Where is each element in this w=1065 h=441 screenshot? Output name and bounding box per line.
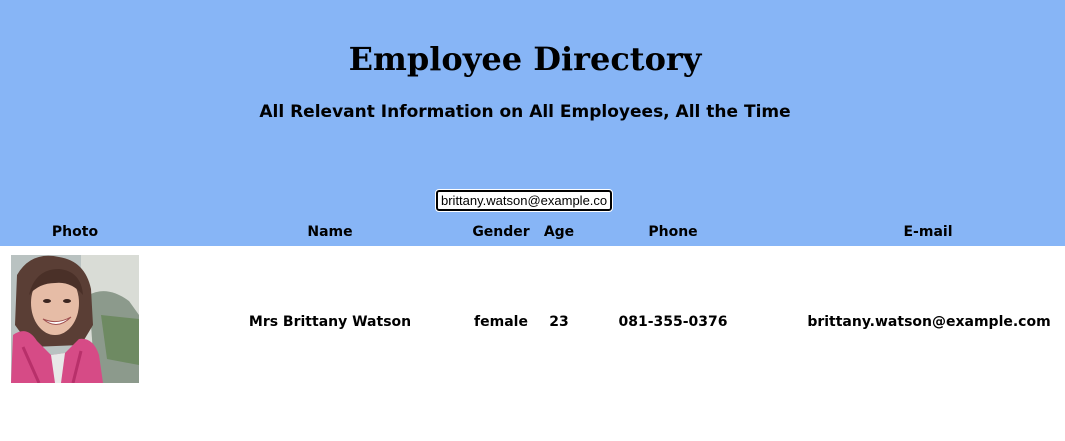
directory-header: Employee Directory All Relevant Informat… [0,0,1065,246]
column-header-photo[interactable]: Photo [35,224,115,240]
column-header-gender[interactable]: Gender [466,224,536,240]
cell-name: Mrs Brittany Watson [248,314,412,330]
column-header-age[interactable]: Age [534,224,584,240]
employee-photo [11,255,139,383]
search-input[interactable] [435,189,613,212]
cell-gender: female [474,314,528,330]
page-title: Employee Directory [348,40,702,78]
column-header-name[interactable]: Name [280,224,380,240]
cell-age: 23 [549,314,569,330]
column-header-phone[interactable]: Phone [633,224,713,240]
cell-phone: 081-355-0376 [618,314,728,330]
column-header-email[interactable]: E-mail [888,224,968,240]
page-subtitle: All Relevant Information on All Employee… [259,102,791,122]
cell-email[interactable]: brittany.watson@example.com [804,314,1054,330]
